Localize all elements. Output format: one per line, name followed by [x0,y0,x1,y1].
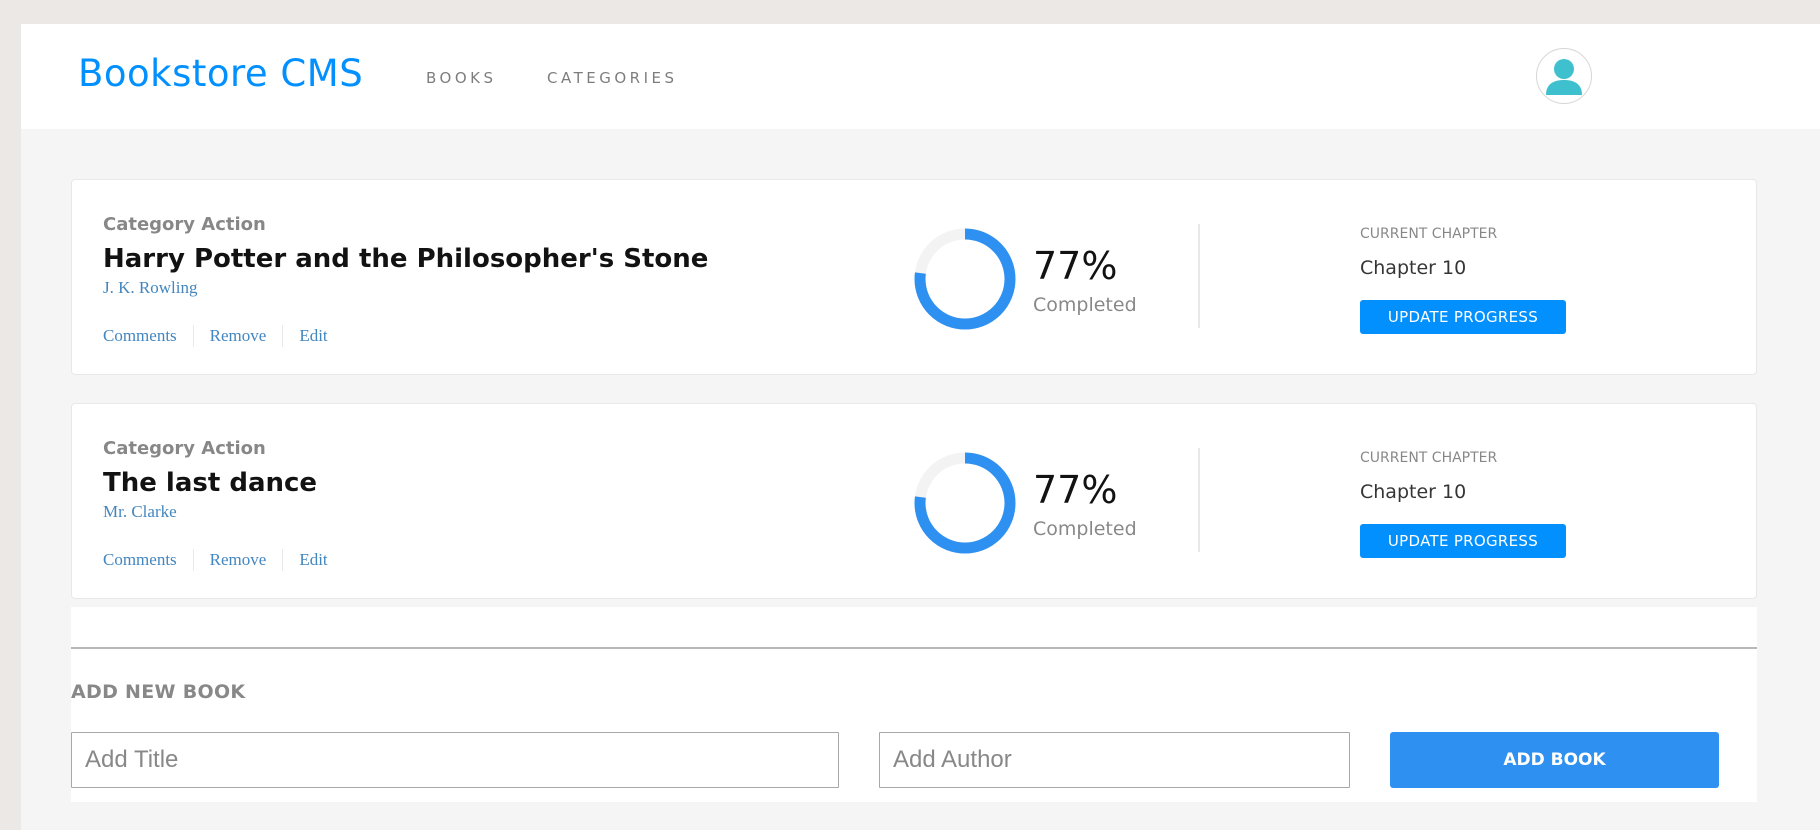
update-progress-button[interactable]: UPDATE PROGRESS [1360,300,1566,334]
progress-percent: 77% [1033,244,1118,288]
app-container: Bookstore CMS BOOKS CATEGORIES Category … [21,24,1820,830]
nav-books[interactable]: BOOKS [426,69,497,87]
progress-ring [914,228,1016,330]
progress-completed-label: Completed [1033,518,1137,540]
book-author: J. K. Rowling [103,278,198,297]
current-chapter-value: Chapter 10 [1360,257,1467,279]
vertical-divider [1198,448,1200,552]
book-category: Category Action [103,438,266,459]
book-author: Mr. Clarke [103,502,177,521]
add-book-button[interactable]: ADD BOOK [1390,732,1719,788]
progress-ring [914,452,1016,554]
remove-button[interactable]: Remove [210,326,267,346]
current-chapter-label: CURRENT CHAPTER [1360,450,1498,466]
action-divider [282,549,284,571]
comments-button[interactable]: Comments [103,326,177,346]
user-avatar-button[interactable] [1536,48,1592,104]
book-card: Category Action Harry Potter and the Phi… [71,179,1757,375]
action-divider [282,325,284,347]
comments-button[interactable]: Comments [103,550,177,570]
update-progress-button[interactable]: UPDATE PROGRESS [1360,524,1566,558]
action-divider [192,549,194,571]
vertical-divider [1198,224,1200,328]
user-icon [1546,59,1582,95]
author-input[interactable] [879,732,1350,788]
book-title: The last dance [103,468,318,498]
nav-categories[interactable]: CATEGORIES [547,69,678,87]
action-divider [192,325,194,347]
progress-percent: 77% [1033,468,1118,512]
form-divider [71,647,1757,649]
book-title: Harry Potter and the Philosopher's Stone [103,244,709,274]
edit-button[interactable]: Edit [299,326,327,346]
title-input[interactable] [71,732,839,788]
current-chapter-label: CURRENT CHAPTER [1360,226,1498,242]
brand-logo[interactable]: Bookstore CMS [78,52,363,95]
current-chapter-value: Chapter 10 [1360,481,1467,503]
book-card: Category Action The last dance Mr. Clark… [71,403,1757,599]
header: Bookstore CMS BOOKS CATEGORIES [21,24,1820,129]
book-actions: Comments Remove Edit [103,549,328,571]
book-category: Category Action [103,214,266,235]
remove-button[interactable]: Remove [210,550,267,570]
book-actions: Comments Remove Edit [103,325,328,347]
add-book-heading: ADD NEW BOOK [71,681,246,703]
progress-completed-label: Completed [1033,294,1137,316]
edit-button[interactable]: Edit [299,550,327,570]
add-book-form: ADD NEW BOOK ADD BOOK [71,607,1757,802]
